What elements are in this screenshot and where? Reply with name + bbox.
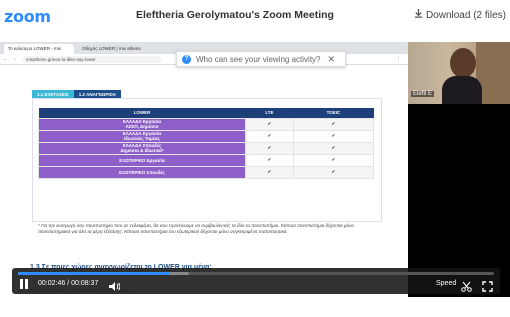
check-cell: ✔ [245, 129, 294, 143]
download-label: Download (2 files) [425, 9, 506, 21]
participant-body [442, 76, 482, 104]
row-label: ΕΞΩΤΕΡΙΚΟ Σπουδές [119, 169, 165, 175]
total-time: 00:08:37 [71, 280, 99, 287]
browser-tab[interactable]: Το καλύτερο LOWER - mis [4, 44, 74, 54]
row-sublabel: ΑΣΕΠ, Δημόσιο [125, 124, 159, 129]
progress-fill [18, 272, 171, 275]
check-cell: ✔ [245, 141, 294, 155]
check-cell: ✔ [245, 117, 294, 131]
viewing-activity-text: Who can see your viewing activity? [196, 54, 321, 64]
column-header: LOWER [38, 108, 246, 118]
check-cell: ✔ [245, 165, 294, 179]
current-time: 00:02:46 [38, 280, 66, 287]
zoom-logo: zoom [4, 7, 51, 26]
meeting-title: Eleftheria Gerolymatou's Zoom Meeting [136, 9, 334, 21]
check-cell: ✔ [245, 153, 294, 167]
footnote: * Για την εισαγωγή σου πανεπιστήμιο που … [38, 223, 354, 234]
check-cell: ✔ [292, 129, 375, 143]
participant-head [450, 48, 476, 78]
check-cell: ✔ [292, 117, 375, 131]
download-icon [414, 9, 423, 21]
back-icon[interactable]: ← [3, 56, 8, 62]
row-label: ΕΞΩΤΕΡΙΚΟ Εργασία [119, 157, 165, 163]
scissors-icon[interactable] [461, 279, 472, 292]
row-sublabel: Ιδιωτικός Τομέας [124, 136, 160, 141]
table-row: ΕΛΛΑΔΑ Εργασία ΑΣΕΠ, Δημόσιο ✔ ✔ [38, 117, 375, 131]
progress-bar[interactable] [18, 272, 494, 275]
time-display: 00:02:46 / 00:08:37 [38, 280, 98, 287]
viewing-activity-banner[interactable]: ? Who can see your viewing activity? ✕ [176, 51, 346, 67]
column-header: TOEIC [293, 108, 374, 118]
top-bar: zoom Eleftheria Gerolymatou's Zoom Meeti… [0, 0, 510, 34]
row-sublabel: Δημόσια & Ιδιωτικά* [120, 148, 164, 153]
close-icon[interactable]: ✕ [327, 54, 335, 65]
column-header: LTE [245, 108, 294, 118]
check-cell: ✔ [292, 153, 375, 167]
recording-stage: Το καλύτερο LOWER - mis Οδηγός LOWER | m… [0, 42, 510, 297]
pause-button[interactable] [20, 279, 30, 290]
forward-icon[interactable]: → [12, 56, 17, 62]
browser-menu-icon[interactable]: ⋮ [396, 56, 401, 62]
check-cell: ✔ [292, 165, 375, 179]
table-row: ΕΞΩΤΕΡΙΚΟ Σπουδές ✔ ✔ [38, 165, 375, 179]
bottom-bar [0, 297, 510, 317]
comparison-table: LOWER LTE TOEIC ΕΛΛΑΔΑ Εργασία ΑΣΕΠ, Δημό… [38, 108, 375, 179]
participant-name: Elefti E [411, 91, 435, 97]
table-row: ΕΛΛΑΔΑ Εργασία Ιδιωτικός Τομέας ✔ ✔ [38, 129, 375, 143]
shared-screen: Το καλύτερο LOWER - mis Οδηγός LOWER | m… [0, 42, 408, 297]
download-button[interactable]: Download (2 files) [414, 9, 506, 21]
participant-video: Elefti E [408, 42, 510, 104]
table-row: ΕΞΩΤΕΡΙΚΟ Εργασία ✔ ✔ [38, 153, 375, 167]
speed-button[interactable]: Speed [436, 280, 456, 287]
browser-tab[interactable]: Οδηγός LOWER | mis athens [78, 44, 150, 54]
info-icon: ? [182, 54, 191, 64]
check-cell: ✔ [292, 141, 375, 155]
table-row: ΕΛΛΑΔΑ Σπουδές Δημόσια & Ιδιωτικά* ✔ ✔ [38, 141, 375, 155]
fullscreen-icon[interactable] [482, 279, 493, 292]
volume-icon[interactable] [108, 279, 121, 291]
video-player-controls: 00:02:46 / 00:08:37 Speed [12, 268, 500, 294]
url-field[interactable]: misathens.gr/eos-lu-dike-say-lower [22, 56, 162, 63]
